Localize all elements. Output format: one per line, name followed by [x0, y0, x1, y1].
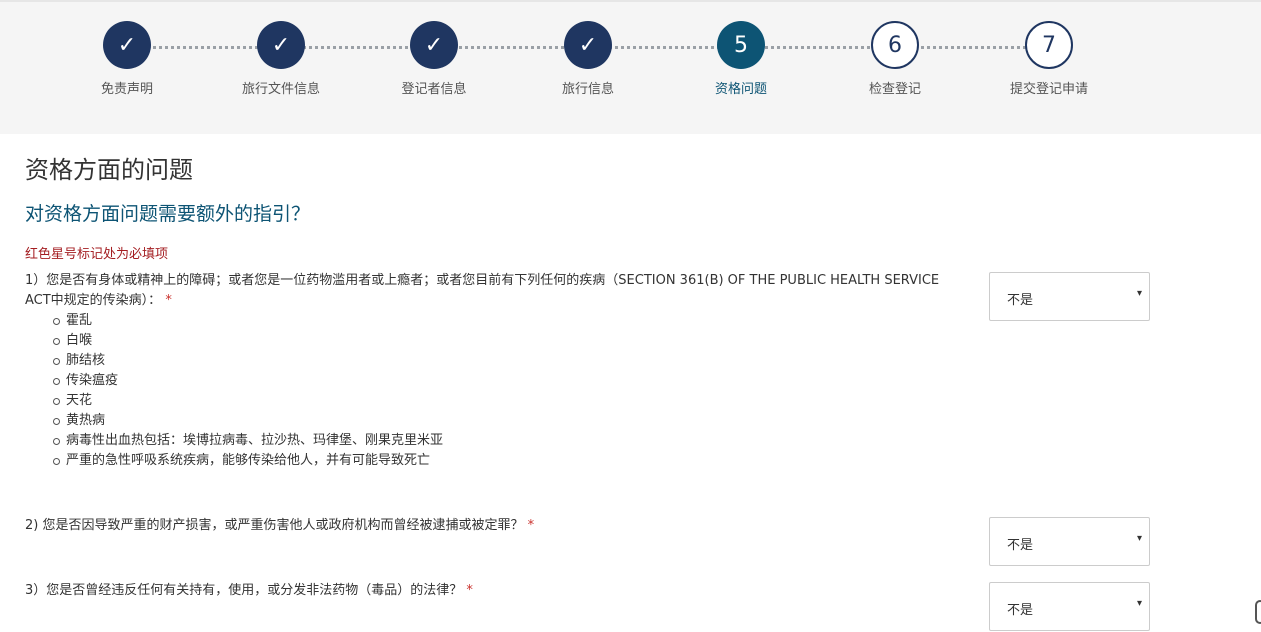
- page-title: 资格方面的问题: [25, 156, 193, 184]
- question-1: 1）您是否有身体或精神上的障碍；或者您是一位药物滥用者或上瘾者；或者您目前有下列…: [25, 271, 955, 471]
- step-label: 免责声明: [100, 82, 153, 97]
- bullet-icon: [53, 438, 60, 445]
- question-1-select[interactable]: 不是 ▾: [989, 272, 1150, 321]
- step-travel-info[interactable]: ✓ 旅行信息: [518, 21, 658, 97]
- required-asterisk: *: [165, 293, 172, 308]
- disease-list: 霍乱 白喉 肺结核 传染瘟疫 天花 黄热病 病毒性出血热包括：埃博拉病毒、拉沙热…: [25, 311, 955, 471]
- progress-stepper: ✓ 免责声明 ✓ 旅行文件信息 ✓ 登记者信息 ✓ 旅行信息 5 资格问题 6 …: [0, 0, 1261, 134]
- question-text: 2) 您是否因导致严重的财产损害，或严重伤害他人或政府机构而曾经被逮捕或被定罪？: [25, 518, 524, 533]
- list-item: 白喉: [53, 331, 955, 351]
- question-3-select[interactable]: 不是 ▾: [989, 582, 1150, 631]
- bullet-icon: [53, 358, 60, 365]
- list-item: 病毒性出血热包括：埃博拉病毒、拉沙热、玛律堡、刚果克里米亚: [53, 431, 955, 451]
- bullet-icon: [53, 398, 60, 405]
- step-label: 旅行文件信息: [241, 82, 320, 97]
- step-applicant-info[interactable]: ✓ 登记者信息: [364, 21, 504, 97]
- question-text: 1）您是否有身体或精神上的障碍；或者您是一位药物滥用者或上瘾者；或者您目前有下列…: [25, 273, 940, 308]
- question-2-select[interactable]: 不是 ▾: [989, 517, 1150, 566]
- step-1-check-icon: ✓: [103, 21, 151, 69]
- step-eligibility-questions: 5 资格问题: [671, 21, 811, 97]
- step-2-check-icon: ✓: [257, 21, 305, 69]
- list-item: 严重的急性呼吸系统疾病，能够传染给他人，并有可能导致死亡: [53, 451, 955, 471]
- question-text: 3）您是否曾经违反任何有关持有，使用，或分发非法药物（毒品）的法律？: [25, 583, 463, 598]
- step-travel-documents[interactable]: ✓ 旅行文件信息: [211, 21, 351, 97]
- step-label: 提交登记申请: [1009, 82, 1088, 97]
- step-label: 检查登记: [868, 82, 921, 97]
- list-item: 黄热病: [53, 411, 955, 431]
- step-number: 5: [717, 21, 765, 69]
- step-review: 6 检查登记: [825, 21, 965, 97]
- question-3: 3）您是否曾经违反任何有关持有，使用，或分发非法药物（毒品）的法律？ *: [25, 581, 955, 601]
- step-label: 旅行信息: [561, 82, 614, 97]
- list-item: 肺结核: [53, 351, 955, 371]
- bullet-icon: [53, 338, 60, 345]
- required-fields-note: 红色星号标记处为必填项: [25, 247, 169, 262]
- step-disclaimer[interactable]: ✓ 免责声明: [57, 21, 197, 97]
- bullet-icon: [53, 458, 60, 465]
- required-asterisk: *: [466, 583, 473, 598]
- dropdown-caret-icon: ▾: [1136, 533, 1142, 544]
- selected-value: 不是: [1007, 603, 1034, 618]
- list-item: 霍乱: [53, 311, 955, 331]
- bullet-icon: [53, 378, 60, 385]
- scroll-handle-icon[interactable]: [1255, 600, 1261, 624]
- step-number: 6: [871, 21, 919, 69]
- question-2: 2) 您是否因导致严重的财产损害，或严重伤害他人或政府机构而曾经被逮捕或被定罪？…: [25, 516, 955, 536]
- dropdown-caret-icon: ▾: [1136, 288, 1142, 299]
- list-item: 天花: [53, 391, 955, 411]
- step-4-check-icon: ✓: [564, 21, 612, 69]
- step-3-check-icon: ✓: [410, 21, 458, 69]
- step-submit: 7 提交登记申请: [979, 21, 1119, 97]
- eligibility-help-link[interactable]: 对资格方面问题需要额外的指引？: [25, 199, 310, 226]
- selected-value: 不是: [1007, 293, 1034, 308]
- bullet-icon: [53, 418, 60, 425]
- step-label: 资格问题: [714, 82, 767, 97]
- required-asterisk: *: [527, 518, 535, 533]
- list-item: 传染瘟疫: [53, 371, 955, 391]
- bullet-icon: [53, 318, 60, 325]
- step-label: 登记者信息: [401, 82, 467, 97]
- selected-value: 不是: [1007, 538, 1034, 553]
- dropdown-caret-icon: ▾: [1136, 598, 1142, 609]
- step-number: 7: [1025, 21, 1073, 69]
